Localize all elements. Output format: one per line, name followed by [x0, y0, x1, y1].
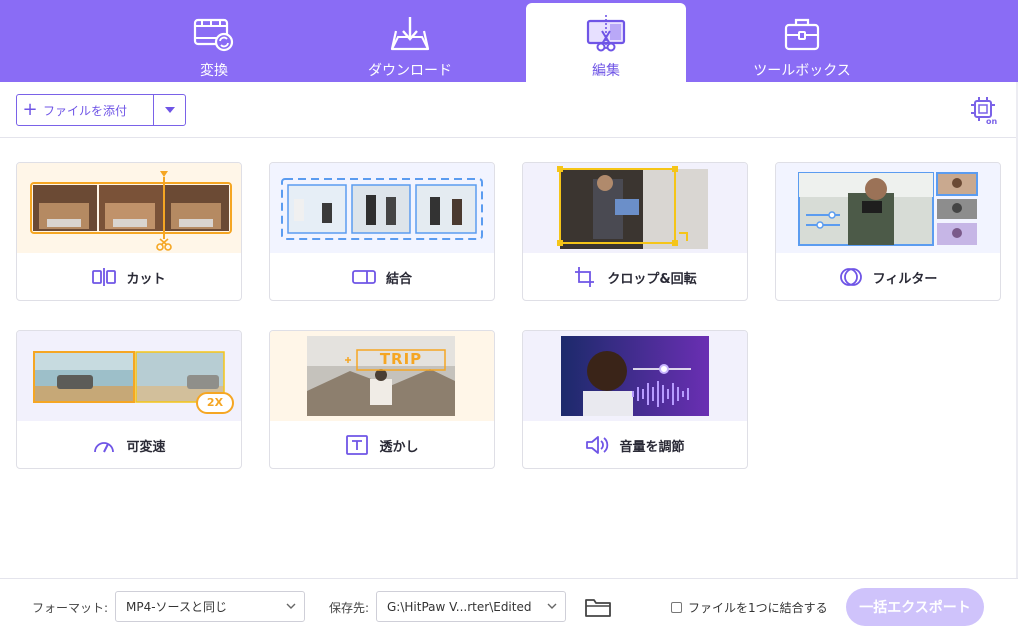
- feature-caption: 音量を調節: [523, 421, 747, 468]
- plus-icon: +: [22, 99, 38, 120]
- feature-label: クロップ&回転: [607, 271, 697, 287]
- cut-preview-thumbnail: [17, 163, 241, 253]
- add-file-button[interactable]: + ファイルを添付: [16, 94, 186, 126]
- speed-preview-thumbnail: 2X: [17, 331, 241, 421]
- tab-toolbox[interactable]: ツールボックス: [722, 0, 882, 82]
- feature-card-merge[interactable]: 結合: [269, 162, 495, 301]
- caret-down-icon: [164, 107, 175, 113]
- feature-card-speed[interactable]: 2X 可変速: [16, 330, 242, 469]
- film-convert-icon: [192, 14, 236, 54]
- tab-label: ツールボックス: [753, 63, 851, 79]
- feature-label: 可変速: [126, 439, 166, 455]
- format-label: フォーマット:: [32, 601, 109, 615]
- toolbar: + ファイルを添付 on: [0, 82, 1018, 138]
- feature-label: フィルター: [872, 271, 938, 287]
- watermark-preview-thumbnail: TRIP: [270, 331, 494, 421]
- volume-preview-thumbnail: [523, 331, 747, 421]
- download-tray-icon: [388, 14, 432, 54]
- speedometer-icon: [92, 435, 116, 455]
- crop-icon: [573, 267, 597, 287]
- feature-label: カット: [126, 271, 166, 287]
- feature-card-cut[interactable]: カット: [16, 162, 242, 301]
- gpu-chip-on-icon: on: [971, 97, 997, 125]
- feature-label: 結合: [385, 271, 412, 287]
- tab-edit[interactable]: 編集: [526, 3, 686, 82]
- cut-icon: [92, 267, 117, 287]
- top-nav: 変換 ダウンロード 編集 ツールボックス: [0, 0, 1018, 82]
- feature-caption: フィルター: [776, 253, 1000, 300]
- add-file-label: ファイルを添付: [43, 103, 128, 118]
- footer-bar: フォーマット: MP4-ソースと同じ 保存先: G:\HitPaw V...rt…: [0, 578, 1018, 631]
- feature-caption: カット: [17, 253, 241, 300]
- svg-text:on: on: [986, 117, 997, 125]
- feature-caption: 結合: [270, 253, 494, 300]
- tab-label: 編集: [592, 63, 620, 79]
- save-path-value: G:\HitPaw V...rter\Edited: [387, 599, 532, 614]
- watermark-overlay-text: TRIP: [379, 350, 423, 368]
- gpu-acceleration-button[interactable]: on: [968, 94, 1000, 126]
- feature-caption: クロップ&回転: [523, 253, 747, 300]
- feature-card-crop[interactable]: クロップ&回転: [522, 162, 748, 301]
- text-box-icon: [345, 435, 369, 455]
- open-folder-button[interactable]: [584, 596, 612, 618]
- feature-label: 音量を調節: [619, 439, 685, 455]
- chevron-down-icon: [286, 603, 296, 609]
- add-file-dropdown[interactable]: [154, 107, 185, 113]
- format-select[interactable]: MP4-ソースと同じ: [115, 591, 305, 622]
- save-path-label: 保存先:: [329, 601, 370, 615]
- feature-card-volume[interactable]: 音量を調節: [522, 330, 748, 469]
- edit-scissors-icon: [584, 14, 628, 54]
- tab-label: ダウンロード: [368, 63, 452, 79]
- tab-convert[interactable]: 変換: [134, 0, 294, 82]
- feature-label: 透かし: [379, 439, 419, 455]
- save-path-select[interactable]: G:\HitPaw V...rter\Edited: [376, 591, 566, 622]
- checkbox-box[interactable]: [671, 602, 682, 613]
- tab-download[interactable]: ダウンロード: [330, 0, 490, 82]
- feature-caption: 透かし: [270, 421, 494, 468]
- speed-badge: 2X: [206, 396, 224, 409]
- merge-into-one-checkbox[interactable]: ファイルを1つに結合する: [671, 599, 828, 616]
- folder-icon: [585, 599, 611, 617]
- filter-icon: [839, 267, 863, 287]
- format-value: MP4-ソースと同じ: [126, 600, 227, 614]
- toolbox-icon: [780, 14, 824, 54]
- merge-checkbox-label: ファイルを1つに結合する: [688, 601, 828, 615]
- merge-icon: [352, 267, 376, 287]
- feature-card-watermark[interactable]: TRIP 透かし: [269, 330, 495, 469]
- tab-label: 変換: [200, 63, 228, 79]
- feature-caption: 可変速: [17, 421, 241, 468]
- feature-card-filter[interactable]: フィルター: [775, 162, 1001, 301]
- filter-preview-thumbnail: [776, 163, 1000, 253]
- batch-export-button[interactable]: 一括エクスポート: [846, 588, 984, 626]
- speaker-icon: [585, 435, 609, 455]
- chevron-down-icon: [547, 603, 557, 609]
- crop-preview-thumbnail: [523, 163, 747, 253]
- merge-preview-thumbnail: [270, 163, 494, 253]
